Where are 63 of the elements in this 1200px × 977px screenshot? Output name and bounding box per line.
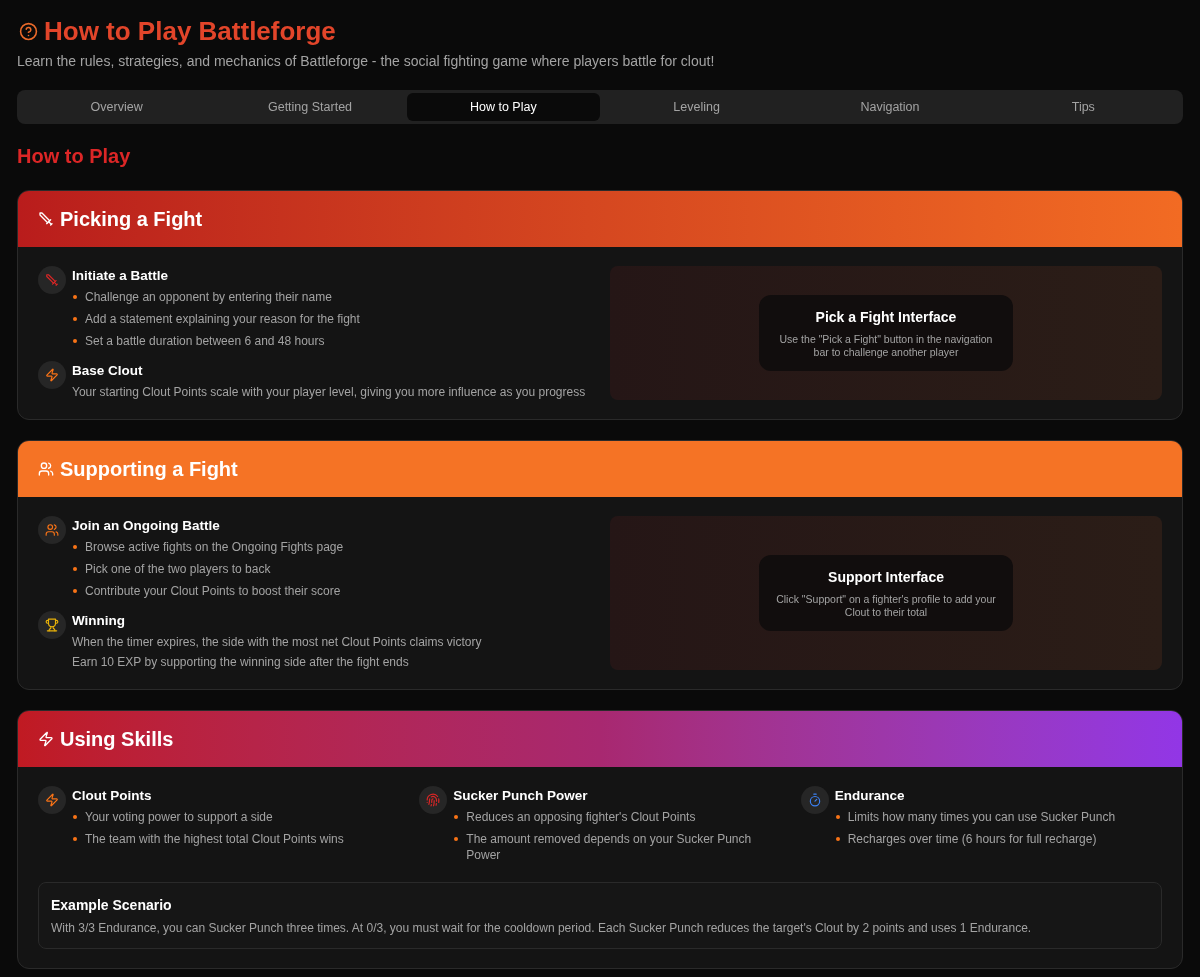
item-title: Sucker Punch Power — [453, 787, 589, 805]
bullet-icon — [73, 567, 77, 571]
trophy-icon — [38, 611, 66, 639]
card-title: Using Skills — [60, 727, 174, 752]
tab[interactable]: How to Play — [406, 93, 600, 121]
item-title: Clout Points — [72, 787, 153, 805]
fingerprint-icon — [419, 786, 448, 814]
people-icon — [38, 516, 66, 544]
bullet-text: Browse active fights on the Ongoing Fights page — [85, 539, 344, 555]
bullet-text: The team with the highest total Clout Points wins — [85, 831, 344, 847]
card-title: Picking a Fight — [60, 207, 203, 232]
people-icon — [38, 461, 54, 477]
bullet-icon — [73, 317, 77, 321]
bullet-icon — [835, 837, 840, 841]
interface-description: Click "Support" on a fighter's profile to add your Clout to their total — [775, 593, 997, 619]
help-icon — [19, 21, 38, 41]
bullet-text: Your voting power to support a side — [85, 809, 273, 825]
bullet-icon — [73, 837, 77, 841]
example-text: With 3/3 Endurance, you can Sucker Punch three times. At 0/3, you must wait for the cooldown period. Each Sucker Punch reduces the target's Clout by 2 points and uses 1 Endurance. — [51, 920, 1033, 937]
example-title: Example Scenario — [51, 896, 173, 915]
item-description: Your starting Clout Points scale with your player level, giving you more influence as you progress — [72, 384, 587, 400]
bullet-icon — [73, 339, 77, 343]
tab[interactable]: Tips — [986, 93, 1180, 121]
bullet-icon — [73, 589, 77, 593]
item-title: Initiate a Battle — [72, 267, 170, 285]
tab[interactable]: Overview — [20, 93, 214, 121]
bullet-text: Contribute your Clout Points to boost their score — [85, 583, 341, 599]
sword-icon — [38, 211, 54, 227]
sword-icon — [38, 266, 66, 294]
bullet-icon — [73, 545, 77, 549]
tab[interactable]: Getting Started — [213, 93, 407, 121]
tab[interactable]: Leveling — [600, 93, 794, 121]
bullet-text: Reduces an opposing fighter's Clout Points — [466, 809, 696, 825]
lightning-icon — [38, 361, 66, 389]
page-subtitle: Learn the rules, strategies, and mechanics of Battleforge - the social fighting game where players battle for clout! — [17, 52, 716, 71]
bullet-text: Add a statement explaining your reason for the fight — [85, 311, 360, 327]
item-title: Join an Ongoing Battle — [72, 517, 221, 535]
item-title: Winning — [72, 612, 127, 630]
page-title: How to Play Battleforge — [44, 16, 336, 46]
lightning-icon — [38, 731, 54, 747]
interface-title: Pick a Fight Interface — [814, 308, 958, 327]
bullet-icon — [835, 815, 840, 819]
interface-title: Support Interface — [827, 568, 945, 587]
bullet-text: The amount removed depends on your Sucker Punch Power — [466, 831, 753, 863]
card-title: Supporting a Fight — [60, 457, 238, 482]
bullet-text: Pick one of the two players to back — [85, 561, 271, 577]
item-title: Base Clout — [72, 362, 144, 380]
item-title: Endurance — [834, 787, 906, 805]
lightning-icon — [38, 786, 66, 814]
bullet-text: Limits how many times you can use Sucker Punch — [847, 809, 1116, 825]
section-heading: How to Play — [17, 144, 132, 169]
stopwatch-icon — [800, 786, 829, 814]
bullet-text: Recharges over time (6 hours for full recharge) — [847, 831, 1097, 847]
bullet-text: Set a battle duration between 6 and 48 hours — [85, 333, 325, 349]
bullet-icon — [73, 295, 77, 299]
bullet-icon — [454, 837, 459, 841]
tab[interactable]: Navigation — [793, 93, 987, 121]
interface-description: Use the "Pick a Fight" button in the navigation bar to challenge another player — [778, 333, 994, 359]
item-description: Earn 10 EXP by supporting the winning side after the fight ends — [72, 654, 410, 670]
bullet-icon — [454, 815, 459, 819]
bullet-icon — [73, 815, 77, 819]
bullet-text: Challenge an opponent by entering their name — [85, 289, 332, 305]
item-description: When the timer expires, the side with the most net Clout Points claims victory — [72, 634, 483, 650]
